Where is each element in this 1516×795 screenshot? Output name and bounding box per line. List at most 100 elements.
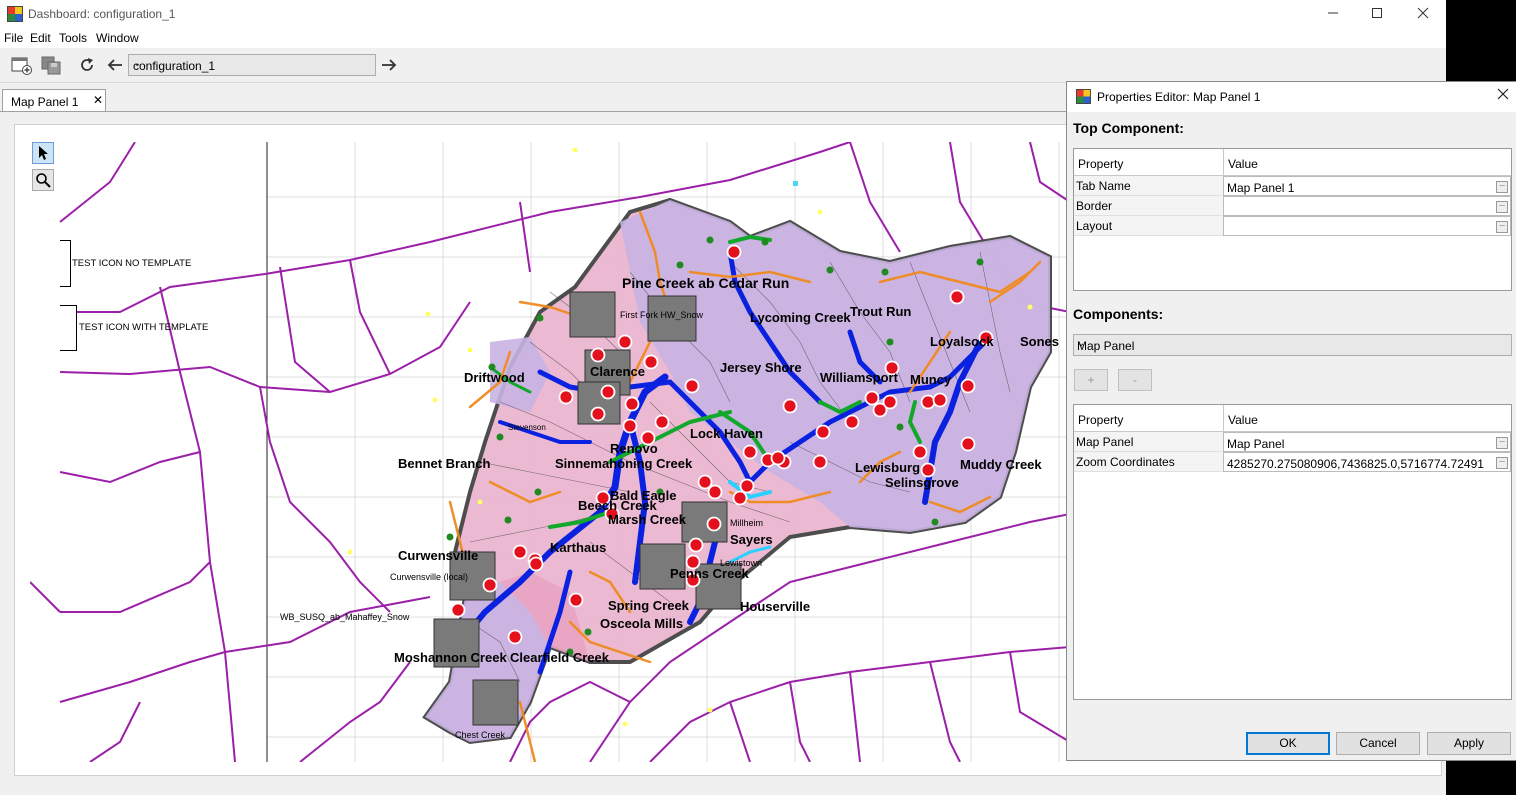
ellipsis-icon[interactable]: ... bbox=[1496, 457, 1508, 469]
junction-node bbox=[739, 478, 755, 494]
junction-node bbox=[617, 334, 633, 350]
property-value: 4285270.275080906,7436825.0,5716774.7249… bbox=[1227, 457, 1484, 471]
map-label: First Fork HW_Snow bbox=[620, 310, 704, 320]
junction-node bbox=[568, 592, 584, 608]
configuration-select[interactable]: configuration_1 ⌄ bbox=[128, 54, 376, 76]
maximize-button[interactable] bbox=[1354, 4, 1400, 24]
save-icon bbox=[41, 56, 61, 75]
map-label: Penns Creek bbox=[670, 566, 750, 581]
junction-node bbox=[726, 244, 742, 260]
junction-node bbox=[697, 474, 713, 490]
map-label: Clarence bbox=[590, 364, 645, 379]
junction-node bbox=[920, 394, 936, 410]
minimize-button[interactable] bbox=[1310, 4, 1356, 24]
ellipsis-icon[interactable]: ... bbox=[1496, 201, 1508, 213]
new-panel-button[interactable] bbox=[10, 54, 32, 76]
junction-node bbox=[960, 378, 976, 394]
arrow-right-icon bbox=[382, 59, 397, 71]
junction-node bbox=[512, 544, 528, 560]
app-icon bbox=[7, 6, 23, 22]
map-canvas[interactable]: Pine Creek ab Cedar Run Bennet Branch Si… bbox=[30, 142, 1070, 762]
junction-node bbox=[949, 289, 965, 305]
save-button[interactable] bbox=[40, 54, 62, 76]
properties-editor-dialog: Properties Editor: Map Panel 1 Top Compo… bbox=[1066, 81, 1516, 761]
maximize-icon bbox=[1372, 8, 1382, 18]
legend-swatch-no-template bbox=[60, 240, 71, 287]
map-panel-value-field[interactable]: Map Panel ... bbox=[1223, 432, 1511, 452]
junction-node bbox=[707, 484, 723, 500]
junction-node bbox=[688, 537, 704, 553]
zoom-coordinates-value-field[interactable]: 4285270.275080906,7436825.0,5716774.7249… bbox=[1223, 452, 1511, 472]
ellipsis-icon[interactable]: ... bbox=[1496, 221, 1508, 233]
component-properties-table: Property Value Map Panel Map Panel ... Z… bbox=[1073, 404, 1512, 700]
map-label: Lewisburg bbox=[855, 460, 920, 475]
junction-node bbox=[507, 629, 523, 645]
close-window-button[interactable] bbox=[1400, 4, 1446, 24]
menu-file[interactable]: File bbox=[4, 31, 23, 45]
junction-node bbox=[706, 516, 722, 532]
add-component-button[interactable]: + bbox=[1074, 369, 1108, 391]
header-property: Property bbox=[1078, 157, 1124, 171]
map-label: Marsh Creek bbox=[608, 512, 687, 527]
tab-name-value-field[interactable]: Map Panel 1 ... bbox=[1223, 176, 1511, 196]
property-row-layout: Layout ... bbox=[1074, 216, 1511, 236]
map-label: Spring Creek bbox=[608, 598, 690, 613]
close-tab-icon[interactable]: ✕ bbox=[93, 93, 103, 107]
components-heading: Components: bbox=[1073, 306, 1164, 322]
menu-edit[interactable]: Edit bbox=[30, 31, 51, 45]
property-row-zoom-coordinates: Zoom Coordinates 4285270.275080906,74368… bbox=[1074, 452, 1511, 472]
forward-button[interactable] bbox=[378, 54, 400, 76]
junction-node bbox=[742, 444, 758, 460]
junction-node bbox=[450, 602, 466, 618]
property-key: Zoom Coordinates bbox=[1076, 455, 1175, 469]
zoom-tool-button[interactable] bbox=[32, 169, 54, 191]
remove-component-button[interactable]: - bbox=[1118, 369, 1152, 391]
dialog-title: Properties Editor: Map Panel 1 bbox=[1097, 90, 1261, 104]
table-header: Property Value bbox=[1074, 405, 1511, 432]
map-view[interactable]: Pine Creek ab Cedar Run Bennet Branch Si… bbox=[30, 142, 1070, 762]
property-key: Layout bbox=[1076, 219, 1113, 233]
property-value: Map Panel 1 bbox=[1227, 181, 1295, 195]
tab-map-panel-1[interactable]: Map Panel 1 ✕ bbox=[2, 89, 106, 111]
ok-button[interactable]: OK bbox=[1246, 732, 1330, 755]
map-label: WB_SUSQ_ab_Mahaffey_Snow bbox=[280, 612, 410, 622]
junction-node bbox=[643, 354, 659, 370]
map-label: Moshannon Creek bbox=[394, 650, 507, 665]
refresh-icon bbox=[81, 58, 93, 71]
map-label: Sones bbox=[1020, 334, 1059, 349]
junction-node bbox=[732, 490, 748, 506]
component-select[interactable]: Map Panel ⌄ bbox=[1073, 334, 1512, 356]
refresh-button[interactable] bbox=[76, 54, 98, 76]
select-tool-button[interactable] bbox=[32, 142, 54, 164]
junction-node bbox=[624, 396, 640, 412]
dialog-title-bar: Properties Editor: Map Panel 1 bbox=[1067, 82, 1516, 112]
chevron-down-icon: ⌄ bbox=[133, 58, 142, 69]
map-label: Selinsgrove bbox=[885, 475, 959, 490]
header-value: Value bbox=[1228, 413, 1258, 427]
dialog-close-button[interactable] bbox=[1497, 87, 1509, 105]
map-label: Lewistown bbox=[720, 558, 762, 568]
ellipsis-icon[interactable]: ... bbox=[1496, 181, 1508, 193]
map-label: Clearfield Creek bbox=[510, 650, 610, 665]
ellipsis-icon[interactable]: ... bbox=[1496, 437, 1508, 449]
border-value-field[interactable]: ... bbox=[1223, 196, 1511, 216]
pointer-icon bbox=[39, 146, 48, 160]
header-property: Property bbox=[1078, 413, 1124, 427]
cancel-button[interactable]: Cancel bbox=[1336, 732, 1420, 755]
map-label: Bald Eagle bbox=[610, 488, 676, 503]
layout-value-field[interactable]: ... bbox=[1223, 216, 1511, 236]
menu-tools[interactable]: Tools bbox=[59, 31, 87, 45]
tab-label: Map Panel 1 bbox=[11, 95, 79, 109]
junction-node bbox=[882, 394, 898, 410]
map-label: Karthaus bbox=[550, 540, 606, 555]
map-label: Lycoming Creek bbox=[750, 310, 851, 325]
back-button[interactable] bbox=[104, 54, 126, 76]
map-label: Williamsport bbox=[820, 370, 899, 385]
menu-window[interactable]: Window bbox=[96, 31, 139, 45]
junction-node bbox=[528, 556, 544, 572]
junction-node bbox=[654, 414, 670, 430]
app-icon bbox=[1076, 89, 1091, 104]
apply-button[interactable]: Apply bbox=[1427, 732, 1511, 755]
map-label: Driftwood bbox=[464, 370, 525, 385]
arrow-left-icon bbox=[107, 59, 122, 71]
